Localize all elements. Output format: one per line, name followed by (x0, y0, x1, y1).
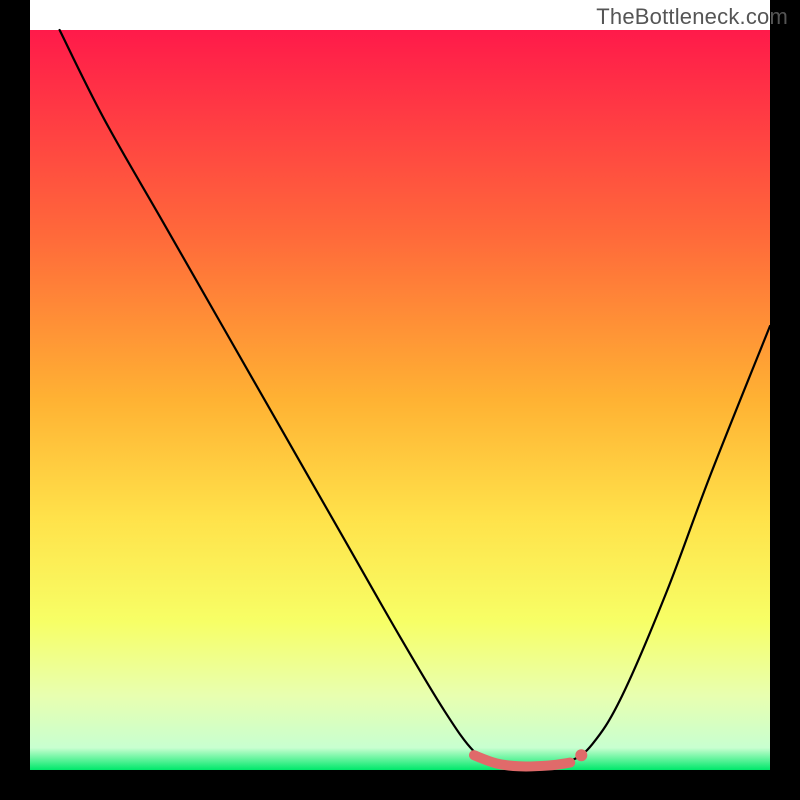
frame-right (770, 0, 800, 800)
frame-left (0, 0, 30, 800)
chart-svg (0, 0, 800, 800)
watermark-text: TheBottleneck.com (596, 4, 788, 30)
plot-background (30, 30, 770, 770)
optimal-point-marker (575, 749, 587, 761)
frame-bottom (0, 770, 800, 800)
bottleneck-chart: TheBottleneck.com (0, 0, 800, 800)
